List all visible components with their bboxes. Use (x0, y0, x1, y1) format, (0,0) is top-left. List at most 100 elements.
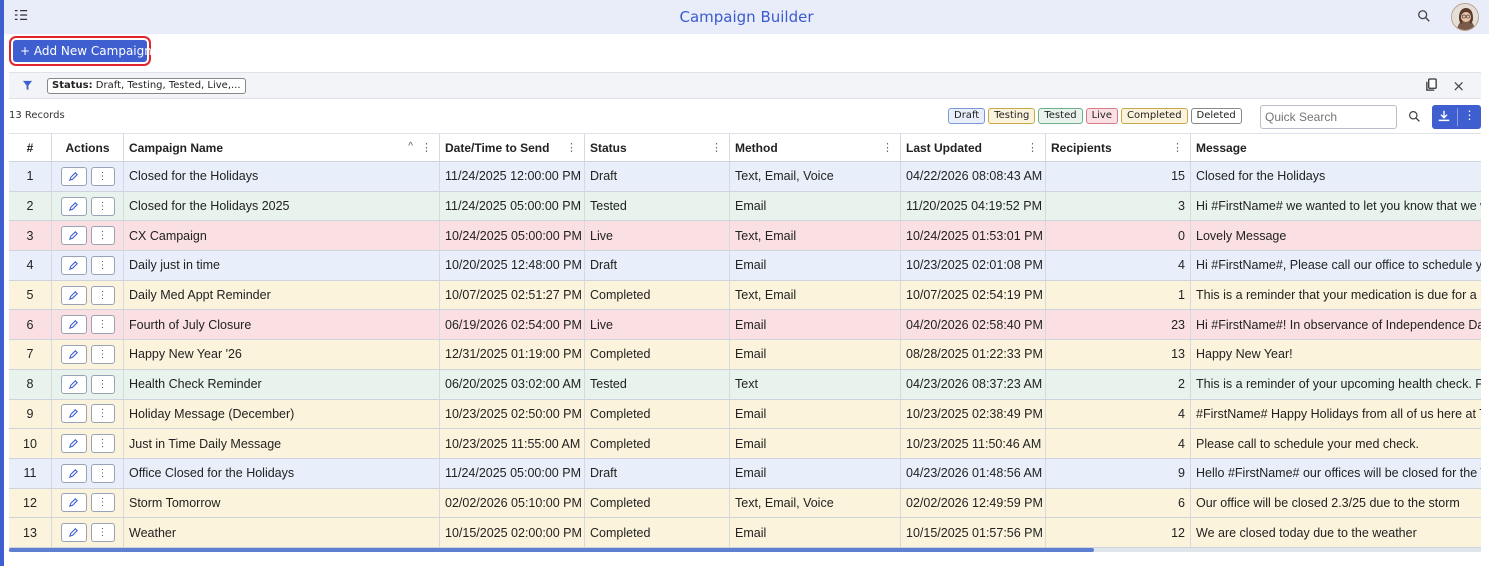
table-row[interactable]: 10 ⋮ Just in Time Daily Message 10/23/2025 … (9, 429, 1481, 459)
download-icon[interactable] (1437, 109, 1452, 124)
export-button-group: ⋮ (1432, 105, 1481, 129)
edit-button[interactable] (60, 226, 87, 246)
column-header-actions: Actions (52, 134, 124, 161)
column-menu-icon[interactable]: ⋮ (566, 141, 577, 154)
cell-actions: ⋮ (52, 251, 124, 280)
cell-campaign-name: Holiday Message (December) (124, 399, 440, 429)
row-more-options-icon[interactable]: ⋮ (90, 315, 115, 335)
quick-search-input[interactable] (1260, 105, 1397, 129)
table-row[interactable]: 1 ⋮ Closed for the Holidays 11/24/2025 12:0… (9, 162, 1481, 192)
table-row[interactable]: 8 ⋮ Health Check Reminder 06/20/2025 03:02:… (9, 369, 1481, 400)
table-row[interactable]: 13 ⋮ Weather 10/15/2025 02:00:00 PM Complete… (9, 518, 1481, 548)
legend-chip-deleted[interactable]: Deleted (1190, 108, 1242, 124)
cell-method: Text, Email (730, 221, 901, 251)
column-menu-icon[interactable]: ⋮ (1172, 141, 1183, 154)
column-header-campaign-name[interactable]: Campaign Name ^ ⋮ (124, 134, 440, 161)
legend-chip-draft[interactable]: Draft (948, 108, 986, 124)
row-more-options-icon[interactable]: ⋮ (90, 226, 115, 246)
legend-chip-completed[interactable]: Completed (1121, 108, 1188, 124)
edit-button[interactable] (60, 404, 87, 424)
edit-button[interactable] (60, 523, 87, 543)
row-more-options-icon[interactable]: ⋮ (90, 166, 115, 186)
legend-chip-testing[interactable]: Testing (988, 108, 1036, 124)
cell-number: 8 (9, 369, 52, 399)
table-row[interactable]: 6 ⋮ Fourth of July Closure 06/19/2026 02:54… (9, 310, 1481, 341)
button-separator (1457, 108, 1458, 126)
cell-recipients: 12 (1046, 518, 1191, 547)
table-row[interactable]: 9 ⋮ Holiday Message (December) 10/23/2025 0… (9, 399, 1481, 430)
table-row[interactable]: 11 ⋮ Office Closed for the Holidays 11/24/2… (9, 458, 1481, 489)
edit-button[interactable] (60, 493, 87, 513)
table-row[interactable]: 7 ⋮ Happy New Year '26 12/31/2025 01:19:00 … (9, 340, 1481, 370)
cell-recipients: 9 (1046, 458, 1191, 488)
table-row[interactable]: 12 ⋮ Storm Tomorrow 02/02/2026 05:10:00 PM C… (9, 488, 1481, 519)
cell-method: Email (730, 429, 901, 458)
edit-button[interactable] (60, 315, 87, 335)
edit-button[interactable] (60, 166, 87, 186)
row-more-options-icon[interactable]: ⋮ (90, 255, 115, 275)
sort-ascending-icon[interactable]: ^ (408, 141, 413, 152)
column-header-method[interactable]: Method ⋮ (730, 134, 901, 161)
table-row[interactable]: 2 ⋮ Closed for the Holidays 2025 11/24/2025… (9, 191, 1481, 222)
cell-message: Please call to schedule your med check. (1196, 436, 1420, 451)
cell-method: Email (730, 191, 901, 221)
cell-actions: ⋮ (52, 162, 124, 191)
user-avatar[interactable] (1451, 3, 1479, 31)
column-menu-icon[interactable]: ⋮ (421, 141, 432, 154)
table-row[interactable]: 4 ⋮ Daily just in time 10/20/2025 12:48:00 … (9, 251, 1481, 281)
edit-button[interactable] (60, 255, 87, 275)
row-more-options-icon[interactable]: ⋮ (90, 523, 115, 543)
table-row[interactable]: 3 ⋮ CX Campaign 10/24/2025 05:00:00 PM Live T… (9, 221, 1481, 252)
more-options-icon[interactable]: ⋮ (1462, 108, 1477, 122)
row-more-options-icon[interactable]: ⋮ (90, 344, 115, 364)
edit-button[interactable] (60, 196, 87, 216)
row-more-options-icon[interactable]: ⋮ (90, 285, 115, 305)
row-more-options-icon[interactable]: ⋮ (90, 404, 115, 424)
row-more-options-icon[interactable]: ⋮ (90, 434, 115, 454)
status-filter-chip[interactable]: Status: Draft, Testing, Tested, Live,... (47, 78, 246, 94)
cell-status: Tested (585, 191, 730, 221)
legend-chip-live[interactable]: Live (1085, 108, 1118, 124)
close-icon[interactable]: × (1452, 77, 1465, 95)
column-menu-icon[interactable]: ⋮ (711, 141, 722, 154)
cell-message: Lovely Message (1196, 228, 1287, 243)
edit-button[interactable] (60, 463, 87, 483)
edit-button[interactable] (60, 285, 87, 305)
horizontal-scrollbar-thumb[interactable] (9, 548, 1094, 552)
quick-search-icon[interactable] (1408, 110, 1422, 124)
filter-icon[interactable] (22, 80, 34, 92)
edit-button[interactable] (60, 344, 87, 364)
search-icon[interactable] (1417, 9, 1433, 25)
column-header-number[interactable]: # (9, 134, 52, 161)
edit-button[interactable] (60, 434, 87, 454)
cell-last-updated: 10/24/2025 01:53:01 PM (901, 221, 1046, 251)
column-menu-icon[interactable]: ⋮ (1027, 141, 1038, 154)
cell-status: Completed (585, 488, 730, 518)
status-filter-label: Status: (52, 80, 93, 91)
row-more-options-icon[interactable]: ⋮ (90, 374, 115, 394)
column-header-last-updated[interactable]: Last Updated ⋮ (901, 134, 1046, 161)
column-header-date-to-send[interactable]: Date/Time to Send ⋮ (440, 134, 585, 161)
cell-date-to-send: 10/20/2025 12:48:00 PM (440, 251, 585, 280)
row-more-options-icon[interactable]: ⋮ (90, 493, 115, 513)
cell-status: Tested (585, 369, 730, 399)
column-header-recipients[interactable]: Recipients ⋮ (1046, 134, 1191, 161)
cell-message: This is a reminder that your medication … (1196, 288, 1481, 303)
cell-status: Live (585, 310, 730, 340)
column-menu-icon[interactable]: ⋮ (882, 141, 893, 154)
copy-icon[interactable] (1425, 78, 1439, 93)
pencil-icon (68, 379, 79, 390)
column-header-status[interactable]: Status ⋮ (585, 134, 730, 161)
pencil-icon (68, 408, 79, 419)
column-header-message[interactable]: Message (1191, 134, 1481, 161)
table-row[interactable]: 5 ⋮ Daily Med Appt Reminder 10/07/2025 02:5… (9, 280, 1481, 311)
pencil-icon (68, 201, 79, 212)
cell-method: Text, Email, Voice (730, 162, 901, 191)
legend-chip-tested[interactable]: Tested (1038, 108, 1083, 124)
add-new-campaign-button[interactable]: + Add New Campaign (13, 40, 152, 62)
status-legend: Draft Testing Tested Live Completed Deleted (948, 108, 1242, 124)
cell-number: 11 (9, 458, 52, 488)
edit-button[interactable] (60, 374, 87, 394)
row-more-options-icon[interactable]: ⋮ (90, 196, 115, 216)
row-more-options-icon[interactable]: ⋮ (90, 463, 115, 483)
